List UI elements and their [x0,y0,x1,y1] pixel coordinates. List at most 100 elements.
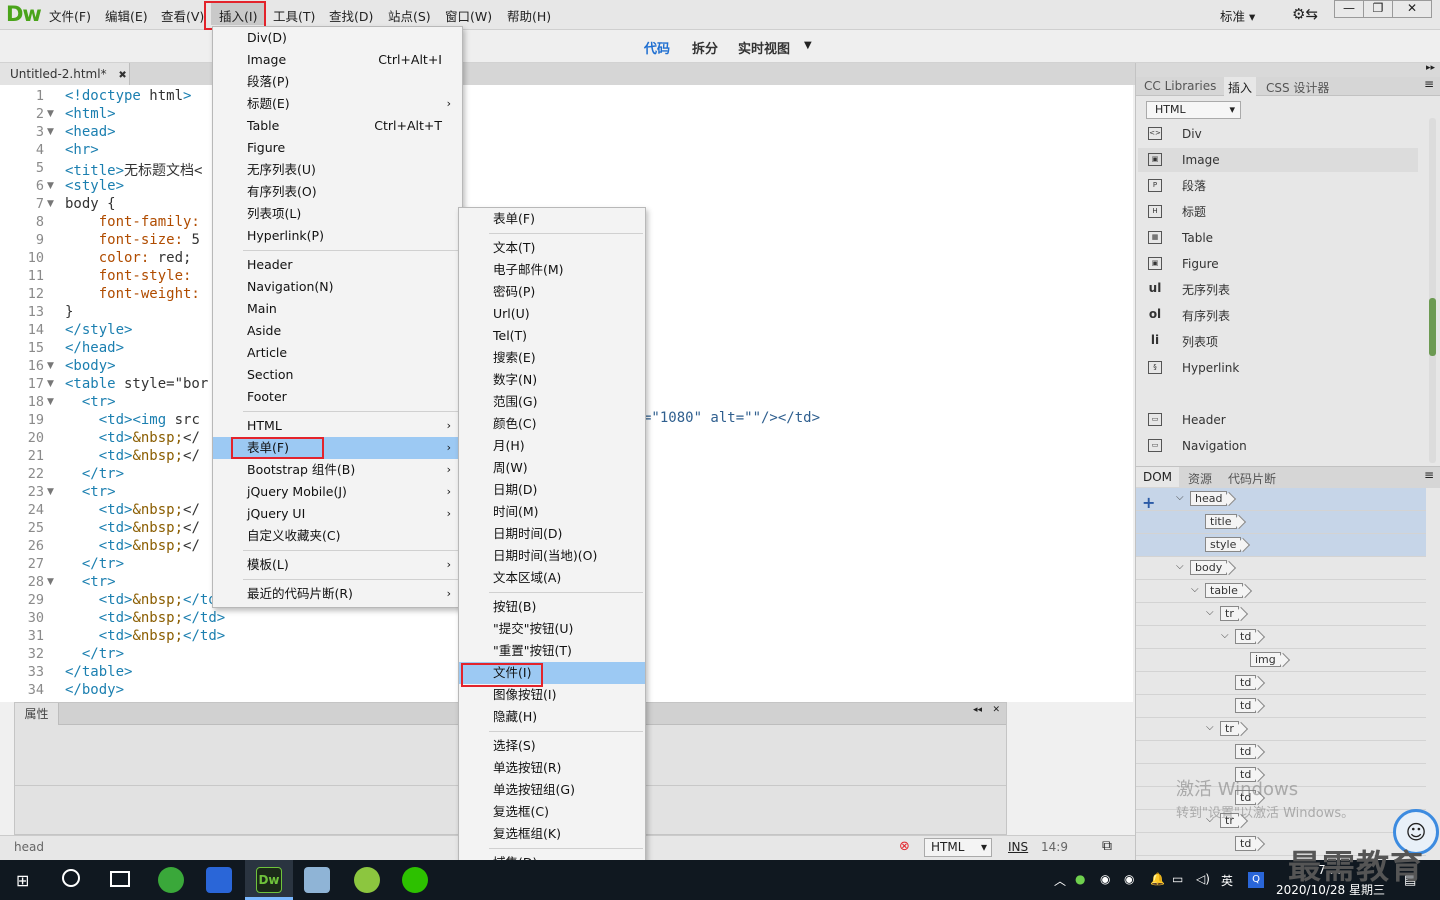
menu-2[interactable]: 查看(V) [161,6,204,25]
dom-node-tag[interactable]: tr [1220,606,1239,621]
search-icon[interactable] [62,869,80,887]
menu-5[interactable]: 查找(D) [329,6,373,25]
chevron-down-icon[interactable]: ⌵ [1206,607,1214,618]
code-line[interactable]: <html> [65,106,116,122]
form-submenu-item[interactable]: 时间(M) [459,501,645,523]
dreamweaver-icon[interactable]: Dw [256,867,282,893]
dom-node-tag[interactable]: td [1235,675,1257,690]
form-submenu-item[interactable]: 复选框组(K) [459,823,645,845]
expand-icon[interactable]: ▸▸ [1426,63,1435,73]
add-element-icon[interactable]: + [1142,493,1155,512]
dom-node-tag[interactable]: head [1190,491,1228,506]
code-line[interactable]: <tr> [65,484,116,500]
insert-menu-item[interactable]: Navigation(N) [213,276,462,298]
properties-tab[interactable]: 属性 [15,703,59,725]
dom-node[interactable]: title [1136,511,1426,534]
code-line[interactable]: font-weight: [65,286,200,302]
collapse-icon[interactable]: ◂◂ [973,705,982,715]
insert-menu-item[interactable]: 无序列表(U) [213,159,462,181]
insert-menu-item[interactable]: jQuery UI › [213,503,462,525]
form-submenu-item[interactable]: 日期(D) [459,479,645,501]
fold-toggle-icon[interactable]: ▼ [47,577,54,587]
dom-node-tag[interactable]: body [1190,560,1228,575]
wechat-icon[interactable] [402,867,428,893]
insert-item[interactable]: ul 无序列表 [1148,278,1418,302]
menu-8[interactable]: 帮助(H) [507,6,551,25]
insert-scrollbar[interactable] [1429,118,1436,463]
qq-tray-icon-2[interactable]: ◉ [1124,872,1134,886]
code-line[interactable]: </tr> [65,466,124,482]
dom-node-tag[interactable]: title [1205,514,1237,529]
insert-menu-item[interactable]: 有序列表(O) [213,181,462,203]
browser-icon[interactable] [158,867,184,893]
dom-node-tag[interactable]: td [1235,698,1257,713]
insert-menu-item[interactable]: Div(D) [213,27,462,49]
insert-item[interactable]: ▣ Image [1148,148,1418,172]
insert-menu-item[interactable]: HTML › [213,415,462,437]
live-view-button[interactable]: 实时视图 [738,38,790,57]
close-icon[interactable]: ✕ [992,705,1000,715]
code-line[interactable]: <style> [65,178,124,194]
menu-4[interactable]: 工具(T) [273,6,315,25]
dom-node[interactable]: style [1136,534,1426,557]
tab-css-designer[interactable]: CSS 设计器 [1266,79,1329,96]
workspace-switcher[interactable]: 标准 ▾ [1220,6,1255,25]
insert-item[interactable]: H 标题 [1148,200,1418,224]
insert-menu-item[interactable]: Figure [213,137,462,159]
code-line[interactable]: font-style: [65,268,200,284]
dom-node[interactable]: ⌵ tr [1136,603,1426,626]
document-type-select[interactable]: HTML ▾ [924,838,992,857]
insert-menu-item[interactable]: Bootstrap 组件(B) › [213,459,462,481]
form-submenu-item[interactable]: Tel(T) [459,325,645,347]
form-submenu-item[interactable]: 单选按钮(R) [459,757,645,779]
insert-item[interactable]: li 列表项 [1148,330,1418,354]
form-submenu-item[interactable]: 电子邮件(M) [459,259,645,281]
fold-toggle-icon[interactable]: ▼ [47,397,54,407]
code-line[interactable]: <head> [65,124,116,140]
code-line[interactable]: <tr> [65,574,116,590]
wps-icon[interactable] [206,867,232,893]
gear-icon[interactable]: ⚙⇆ [1292,5,1318,23]
dom-node-tag[interactable]: tr [1220,721,1239,736]
form-submenu-item[interactable]: 文本区域(A) [459,567,645,589]
fold-toggle-icon[interactable]: ▼ [47,109,54,119]
dom-node-tag[interactable]: td [1235,744,1257,759]
dom-node[interactable]: td [1136,741,1426,764]
menu-7[interactable]: 窗口(W) [445,6,492,25]
form-submenu-item[interactable]: 隐藏(H) [459,706,645,728]
dom-node[interactable]: ⌵ tr [1136,718,1426,741]
form-submenu-item[interactable]: 日期时间(当地)(O) [459,545,645,567]
code-line[interactable]: body { [65,196,116,212]
dom-node-tag[interactable]: img [1250,652,1281,667]
fold-toggle-icon[interactable]: ▼ [47,487,54,497]
insert-menu-item[interactable]: Hyperlink(P) [213,225,462,247]
insert-item[interactable]: P 段落 [1148,174,1418,198]
form-submenu-item[interactable]: 搜索(E) [459,347,645,369]
fold-toggle-icon[interactable]: ▼ [47,361,54,371]
chevron-down-icon[interactable]: ⌵ [1176,492,1184,503]
close-button[interactable]: ✕ [1392,0,1432,18]
dom-node[interactable]: ⌵ td [1136,626,1426,649]
code-line[interactable]: <title>无标题文档< [65,160,202,180]
code-line[interactable]: </tr> [65,646,124,662]
insert-item[interactable]: <> Div [1148,122,1418,146]
minimize-button[interactable]: — [1334,0,1364,18]
fold-toggle-icon[interactable]: ▼ [47,379,54,389]
preview-icon[interactable]: ⧉ [1102,838,1112,854]
menu-0[interactable]: 文件(F) [49,6,91,25]
insert-menu-item[interactable]: 模板(L) › [213,554,462,576]
insert-menu-item[interactable]: 段落(P) [213,71,462,93]
code-line[interactable]: } [65,304,73,320]
network-icon[interactable]: ▭ [1172,872,1183,886]
insert-item[interactable]: ▭ Header [1148,408,1418,432]
form-submenu-item[interactable]: 选择(S) [459,735,645,757]
dom-node[interactable]: td [1136,672,1426,695]
chevron-down-icon[interactable]: ⌵ [1176,561,1184,572]
dom-node[interactable]: ⌵ body [1136,557,1426,580]
insert-item[interactable]: ▦ Table [1148,226,1418,250]
insert-menu-item[interactable]: 最近的代码片断(R) › [213,583,462,605]
insert-menu-item[interactable]: Table Ctrl+Alt+T [213,115,462,137]
tab-cc-libraries[interactable]: CC Libraries [1144,79,1216,93]
split-view-button[interactable]: 拆分 [692,38,718,57]
insert-item[interactable]: § Hyperlink [1148,356,1418,380]
